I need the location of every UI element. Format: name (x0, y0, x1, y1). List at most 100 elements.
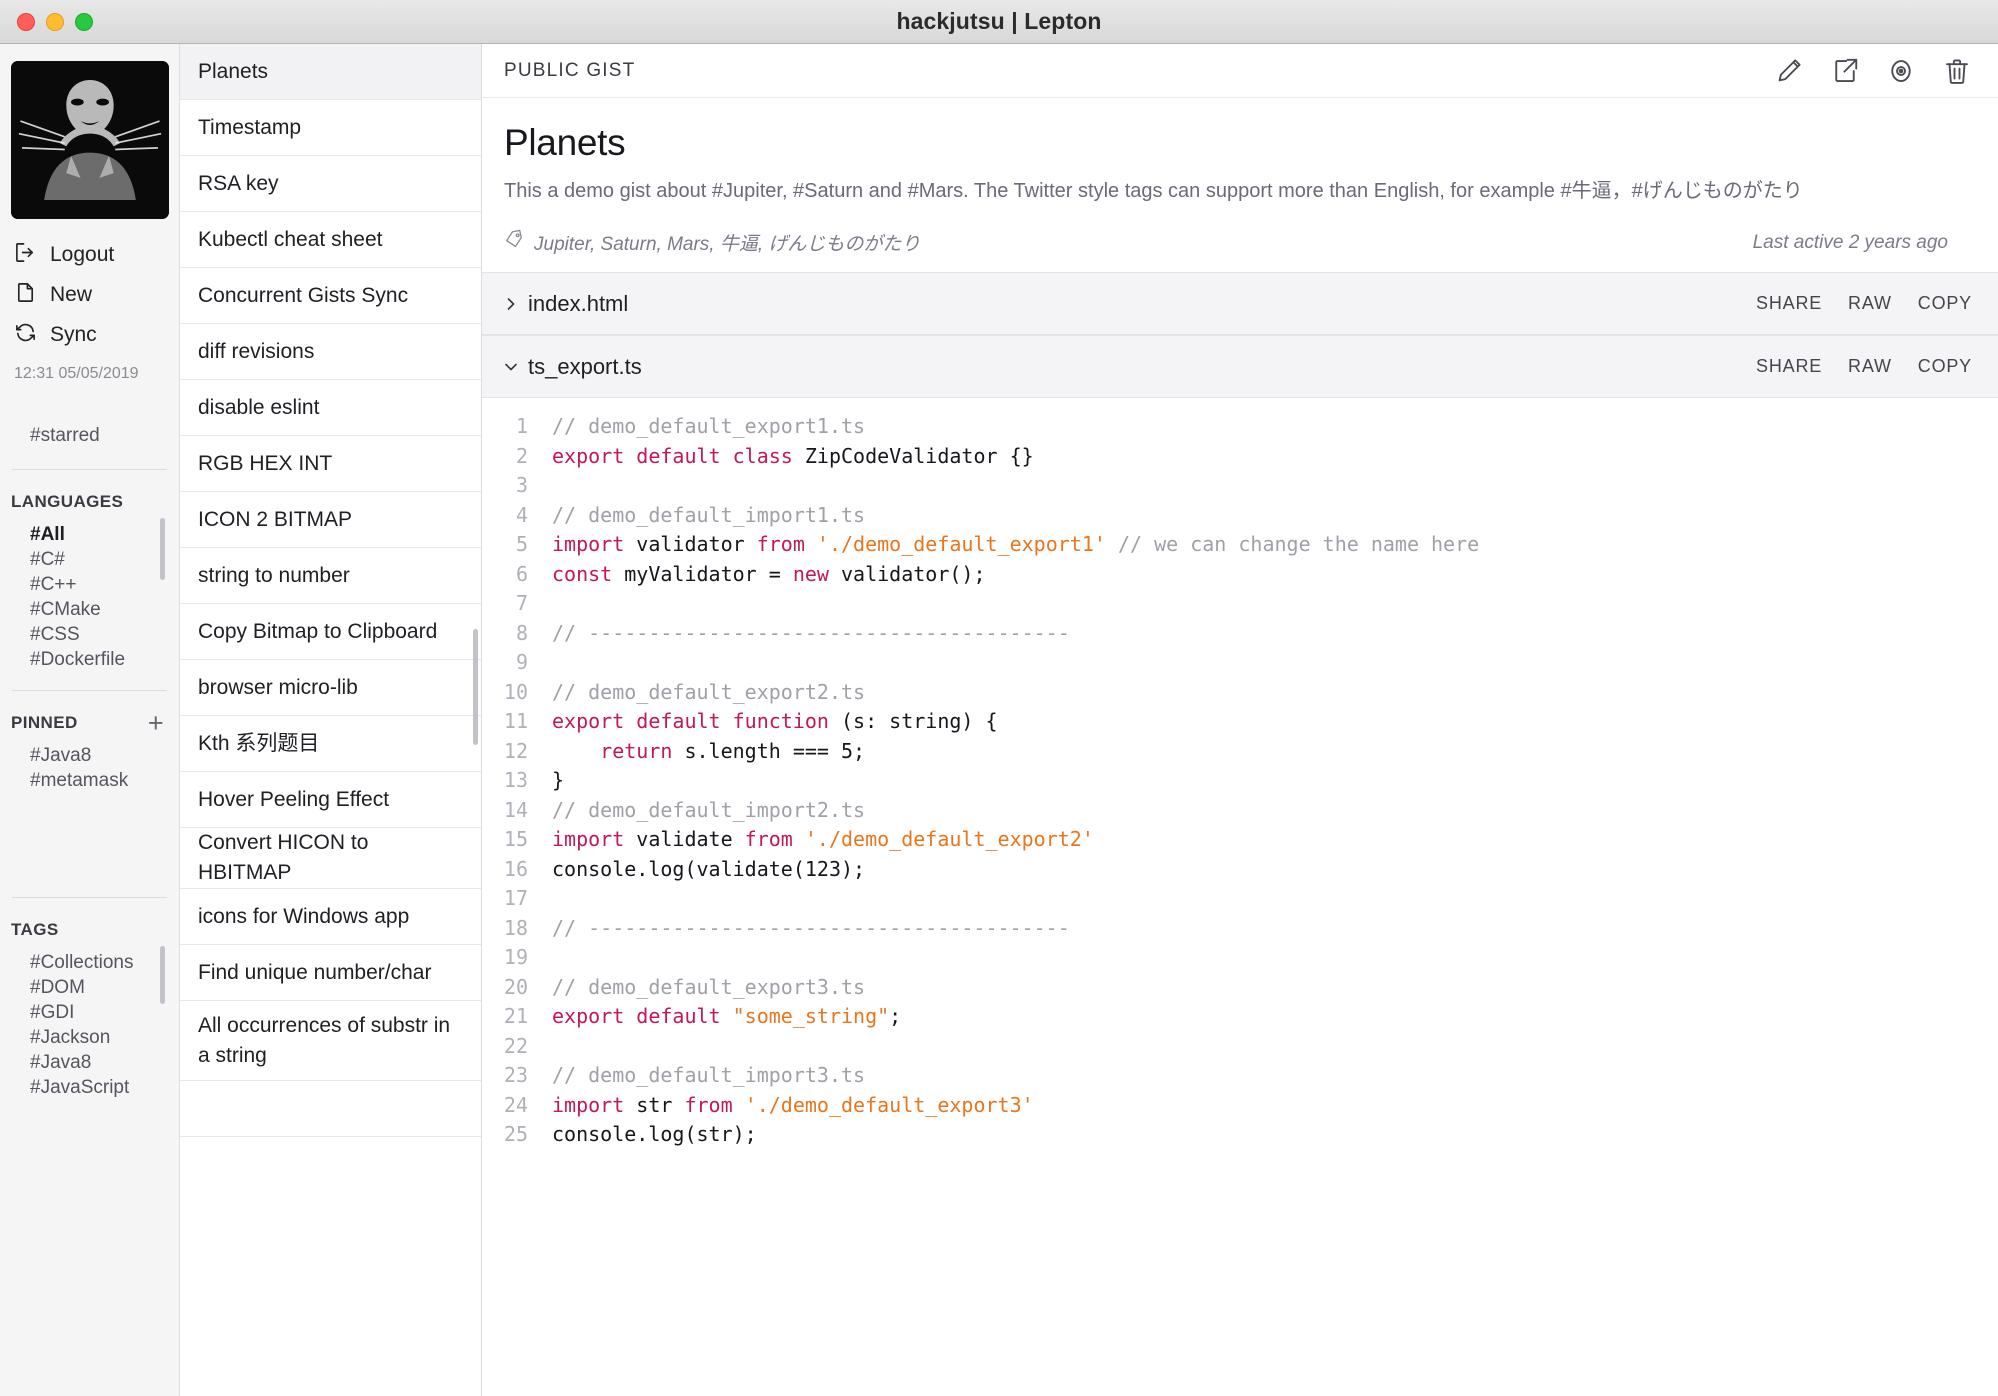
code-token: validate (624, 827, 745, 851)
code-line-text: // demo_default_import3.ts (552, 1061, 865, 1091)
language-item-css[interactable]: #CSS (30, 622, 179, 647)
last-active-label: Last active 2 years ago (1752, 231, 1948, 253)
gist-list-item[interactable]: Find unique number/char (180, 945, 481, 1001)
language-item-cpp[interactable]: #C++ (30, 572, 179, 597)
sidebar-item-logout[interactable]: Logout (14, 235, 179, 275)
external-link-icon[interactable] (1830, 56, 1860, 86)
code-line: 11 export default function (s: string) { (482, 707, 1998, 737)
file-raw-button[interactable]: RAW (1848, 356, 1892, 377)
code-line-text: export default function (s: string) { (552, 707, 998, 737)
file-copy-button[interactable]: COPY (1918, 293, 1972, 314)
gist-header: Planets This a demo gist about #Jupiter,… (482, 98, 1998, 272)
gist-list-item[interactable]: ICON 2 BITMAP (180, 492, 481, 548)
app-root: Logout New Sync 12:31 05/05/2019 #starre… (0, 44, 1998, 1396)
file-header[interactable]: ts_export.ts SHARE RAW COPY (482, 336, 1998, 398)
edit-pencil-icon[interactable] (1774, 56, 1804, 86)
language-item-dockerfile[interactable]: #Dockerfile (30, 647, 179, 672)
eye-icon[interactable] (1886, 56, 1916, 86)
gist-list-item[interactable] (180, 1081, 481, 1137)
pinned-item-metamask[interactable]: #metamask (30, 768, 179, 793)
code-line-number: 18 (503, 915, 528, 940)
file-share-button[interactable]: SHARE (1756, 356, 1822, 377)
tag-item-gdi[interactable]: #GDI (30, 1000, 179, 1025)
gist-list[interactable]: Planets Timestamp RSA key Kubectl cheat … (180, 44, 482, 1396)
tag-item-java8[interactable]: #Java8 (30, 1050, 179, 1075)
file-name-wrap[interactable]: index.html (504, 291, 628, 317)
gist-list-item[interactable]: string to number (180, 548, 481, 604)
maximize-window-button[interactable] (75, 12, 93, 31)
code-line: 17 (482, 884, 1998, 914)
language-item-all[interactable]: #All (30, 522, 179, 547)
add-pinned-button[interactable]: + (148, 710, 164, 737)
code-line-number: 12 (503, 738, 528, 763)
code-viewer[interactable]: 1 // demo_default_export1.ts 2 export defau… (482, 398, 1998, 1150)
chevron-down-icon[interactable] (504, 360, 518, 374)
code-token: export default class (552, 443, 793, 468)
gist-list-item[interactable]: Kth 系列题目 (180, 716, 481, 772)
code-line-number: 22 (503, 1033, 528, 1058)
code-token: "some_string" (732, 1004, 890, 1028)
avatar[interactable] (10, 61, 169, 219)
languages-scrollbar[interactable] (160, 518, 165, 580)
code-token: str (624, 1092, 685, 1117)
sidebar-item-new[interactable]: New (14, 275, 179, 315)
code-line: 22 (482, 1032, 1998, 1062)
code-line-number: 25 (503, 1122, 528, 1146)
sidebar-item-sync[interactable]: Sync (14, 315, 179, 355)
gist-list-item[interactable]: Concurrent Gists Sync (180, 268, 481, 324)
sidebar-item-starred[interactable]: #starred (0, 425, 179, 447)
code-line-number: 14 (503, 797, 528, 822)
tag-label-icon (504, 229, 525, 256)
tags-section-header: TAGS (0, 898, 179, 940)
gist-tags-text: Jupiter, Saturn, Mars, 牛逼, げんじものがたり (534, 234, 921, 255)
gist-list-item[interactable]: Convert HICON to HBITMAP (180, 828, 481, 889)
languages-list: #All #C# #C++ #CMake #CSS #Dockerfile (0, 512, 179, 672)
code-token: // we can change the name here (1117, 532, 1480, 556)
gist-list-item[interactable]: Planets (180, 44, 481, 100)
tags-scrollbar[interactable] (160, 946, 165, 1004)
close-window-button[interactable] (17, 12, 35, 31)
language-item-csharp[interactable]: #C# (30, 547, 179, 572)
code-token: // demo_default_export2.ts (552, 679, 866, 704)
minimize-window-button[interactable] (46, 12, 64, 31)
gist-list-item[interactable]: RSA key (180, 156, 481, 212)
sync-icon (14, 321, 37, 350)
code-line-text: console.log(validate(123); (552, 855, 865, 885)
gist-list-item[interactable]: All occurrences of substr in a string (180, 1001, 481, 1081)
gist-list-item[interactable]: diff revisions (180, 324, 481, 380)
code-line-number: 15 (503, 827, 528, 851)
tag-item-dom[interactable]: #DOM (30, 975, 179, 1000)
file-copy-button[interactable]: COPY (1918, 356, 1972, 377)
code-line: 6 const myValidator = new validator(); (482, 560, 1998, 590)
chevron-right-icon[interactable] (504, 297, 518, 311)
gist-list-item[interactable]: Hover Peeling Effect (180, 772, 481, 828)
tag-item-javascript[interactable]: #JavaScript (30, 1075, 179, 1100)
gist-list-item[interactable]: browser micro-lib (180, 660, 481, 716)
tag-item-jackson[interactable]: #Jackson (30, 1025, 179, 1050)
language-item-cmake[interactable]: #CMake (30, 597, 179, 622)
file-raw-button[interactable]: RAW (1848, 293, 1892, 314)
trash-icon[interactable] (1942, 56, 1972, 86)
tag-item-collections[interactable]: #Collections (30, 950, 179, 975)
file-header[interactable]: index.html SHARE RAW COPY (482, 273, 1998, 335)
file-name-wrap[interactable]: ts_export.ts (504, 354, 642, 380)
code-line: 24 import str from './demo_default_export… (482, 1091, 1998, 1121)
code-line-text: import str from './demo_default_export3' (552, 1091, 1034, 1121)
code-line: 19 (482, 943, 1998, 973)
gist-list-item[interactable]: Timestamp (180, 100, 481, 156)
code-line-number: 5 (515, 532, 528, 556)
gist-list-item[interactable]: RGB HEX INT (180, 436, 481, 492)
code-token: import (552, 827, 625, 851)
gist-toolbar-actions (1774, 56, 1972, 86)
file-share-button[interactable]: SHARE (1756, 293, 1822, 314)
code-token: // demo_default_import2.ts (552, 797, 866, 822)
pinned-item-java8[interactable]: #Java8 (30, 743, 179, 768)
gist-list-item[interactable]: Copy Bitmap to Clipboard (180, 604, 481, 660)
gist-list-item[interactable]: Kubectl cheat sheet (180, 212, 481, 268)
gist-list-item[interactable]: disable eslint (180, 380, 481, 436)
gist-list-scrollbar[interactable] (473, 629, 478, 745)
gist-list-item[interactable]: icons for Windows app (180, 889, 481, 945)
code-line-text: import validate from './demo_default_exp… (552, 825, 1094, 855)
